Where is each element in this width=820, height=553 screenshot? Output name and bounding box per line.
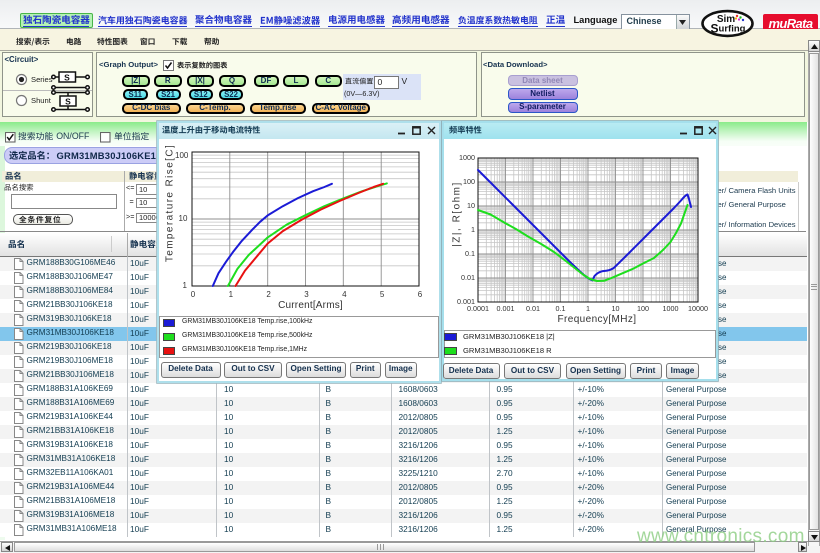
svg-text:urfing: urfing <box>719 23 746 34</box>
svg-text:S: S <box>710 21 718 35</box>
